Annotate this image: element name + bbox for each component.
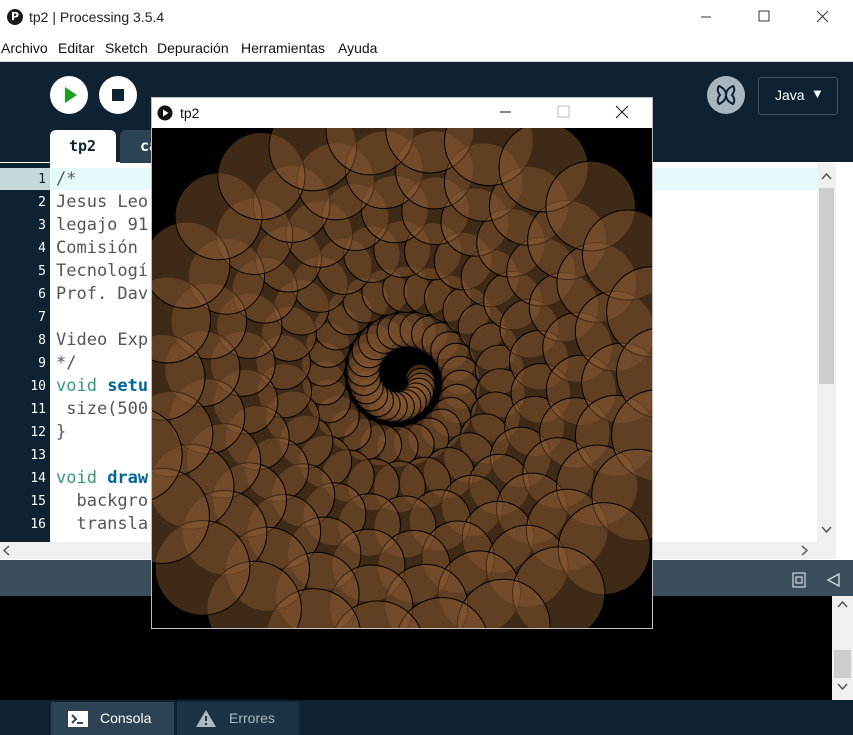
keyword-token: void: [56, 468, 108, 488]
warning-icon: [196, 710, 216, 727]
scroll-up-icon: [837, 600, 848, 608]
editor-scroll-thumb[interactable]: [819, 188, 834, 384]
close-icon: [615, 105, 629, 119]
window-title: tp2 | Processing 3.5.4: [29, 9, 165, 25]
menu-archivo[interactable]: Archivo: [1, 40, 48, 56]
sketch-maximize-button: [534, 95, 592, 131]
scroll-up-icon: [821, 172, 832, 180]
sketch-window-title: tp2: [180, 105, 200, 121]
scroll-right-icon: [801, 545, 809, 556]
menu-bar: Archivo Editar Sketch Depuración Herrami…: [0, 36, 853, 62]
minimize-icon: [701, 16, 711, 18]
code-line: void draw: [56, 468, 148, 488]
terminal-icon: [68, 711, 88, 727]
scroll-down-icon: [837, 683, 848, 691]
code-line: Video Exp: [56, 330, 149, 350]
line-number: 12: [30, 425, 46, 440]
tab-console-label: Consola: [100, 710, 152, 726]
close-icon: [816, 10, 829, 23]
code-line: */: [56, 353, 77, 373]
sketch-minimize-button[interactable]: [476, 95, 534, 131]
maximize-button[interactable]: [735, 0, 793, 36]
butterfly-icon: [716, 84, 736, 106]
spiral-artwork: [86, 84, 708, 696]
line-number: 11: [30, 402, 46, 417]
menu-ayuda[interactable]: Ayuda: [338, 40, 377, 56]
console-scrollbar[interactable]: [832, 596, 853, 700]
code-line: backgro: [56, 491, 149, 511]
stop-icon: [112, 89, 124, 101]
sketch-window[interactable]: tp2: [86, 84, 708, 696]
scroll-left-icon: [2, 545, 10, 556]
function-token: draw: [107, 468, 149, 488]
code-line: /*: [56, 169, 77, 189]
tab-label: tp2: [69, 137, 97, 155]
collapse-console-icon[interactable]: [826, 573, 842, 587]
maximize-icon: [557, 105, 570, 118]
minimize-button[interactable]: [677, 0, 735, 36]
line-number: 9: [38, 356, 46, 371]
code-line: legajo 91: [56, 215, 149, 235]
line-number: 16: [30, 517, 46, 532]
mode-label: Java: [775, 87, 805, 103]
window-titlebar: P tp2 | Processing 3.5.4: [0, 0, 853, 36]
code-line: Jesus Leo: [56, 192, 149, 212]
line-number: 7: [38, 310, 46, 325]
scroll-down-icon: [821, 526, 832, 534]
line-number: 3: [38, 218, 46, 233]
sketch-canvas[interactable]: [86, 84, 708, 696]
code-line: Tecnologí: [56, 261, 149, 281]
menu-editar[interactable]: Editar: [58, 40, 95, 56]
tab-tp2[interactable]: tp2: [50, 130, 116, 163]
sketch-play-icon: [157, 105, 173, 121]
code-line: Comisión: [56, 238, 149, 258]
line-number: 13: [30, 448, 46, 463]
mode-selector[interactable]: Java ▼: [758, 77, 838, 115]
code-line: void setu: [56, 376, 148, 396]
menu-herramientas[interactable]: Herramientas: [241, 40, 325, 56]
line-number: 8: [38, 333, 46, 348]
tab-console[interactable]: Consola: [51, 702, 174, 735]
code-line: }: [56, 422, 67, 442]
line-number: 15: [30, 494, 46, 509]
tab-errors[interactable]: Errores: [177, 702, 299, 735]
processing-logo-icon: P: [7, 9, 23, 25]
minimize-icon: [500, 111, 511, 113]
code-line: size(500: [56, 399, 149, 419]
close-button[interactable]: [793, 0, 851, 36]
sketch-close-button[interactable]: [592, 95, 650, 131]
menu-depuracion[interactable]: Depuración: [157, 40, 229, 56]
line-number: 5: [38, 264, 46, 279]
code-line: Prof. Dav: [56, 284, 149, 304]
run-button[interactable]: [50, 76, 88, 114]
line-number: 4: [38, 241, 46, 256]
stop-button[interactable]: [99, 76, 137, 114]
play-icon: [65, 87, 77, 103]
debug-button[interactable]: [707, 76, 745, 114]
line-number: 2: [38, 195, 46, 210]
tab-errors-label: Errores: [229, 710, 275, 726]
keyword-token: void: [56, 376, 108, 396]
menu-sketch[interactable]: Sketch: [105, 40, 148, 56]
function-token: setu: [107, 376, 149, 396]
line-number: 10: [30, 379, 46, 394]
line-number: 1: [38, 172, 46, 187]
chevron-down-icon: ▼: [811, 86, 824, 101]
line-number: 6: [38, 287, 46, 302]
code-line: transla: [56, 514, 149, 534]
line-number: 14: [30, 471, 46, 486]
console-scroll-thumb[interactable]: [834, 650, 851, 678]
maximize-icon: [758, 10, 770, 22]
copy-console-icon[interactable]: [790, 571, 808, 589]
